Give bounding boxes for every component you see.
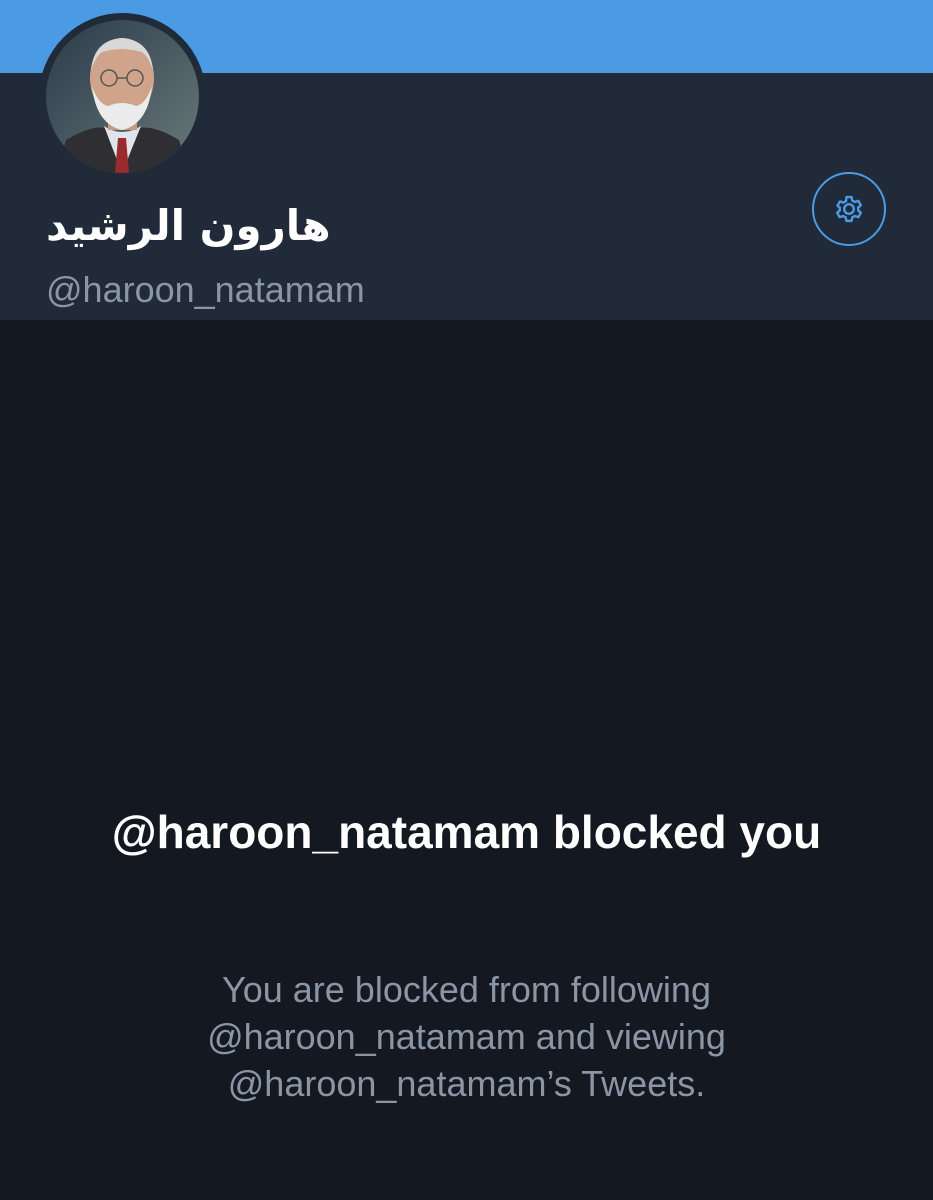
blocked-description: You are blocked from following @haroon_n… <box>207 969 726 1104</box>
blocked-title: @haroon_natamam blocked you <box>111 806 822 858</box>
display-name: هارون الرشید <box>46 201 331 250</box>
gear-icon <box>835 195 863 223</box>
avatar[interactable] <box>39 13 206 180</box>
profile-handle: @haroon_natamam <box>46 269 365 310</box>
avatar-image <box>46 20 199 173</box>
settings-button[interactable] <box>812 172 886 246</box>
